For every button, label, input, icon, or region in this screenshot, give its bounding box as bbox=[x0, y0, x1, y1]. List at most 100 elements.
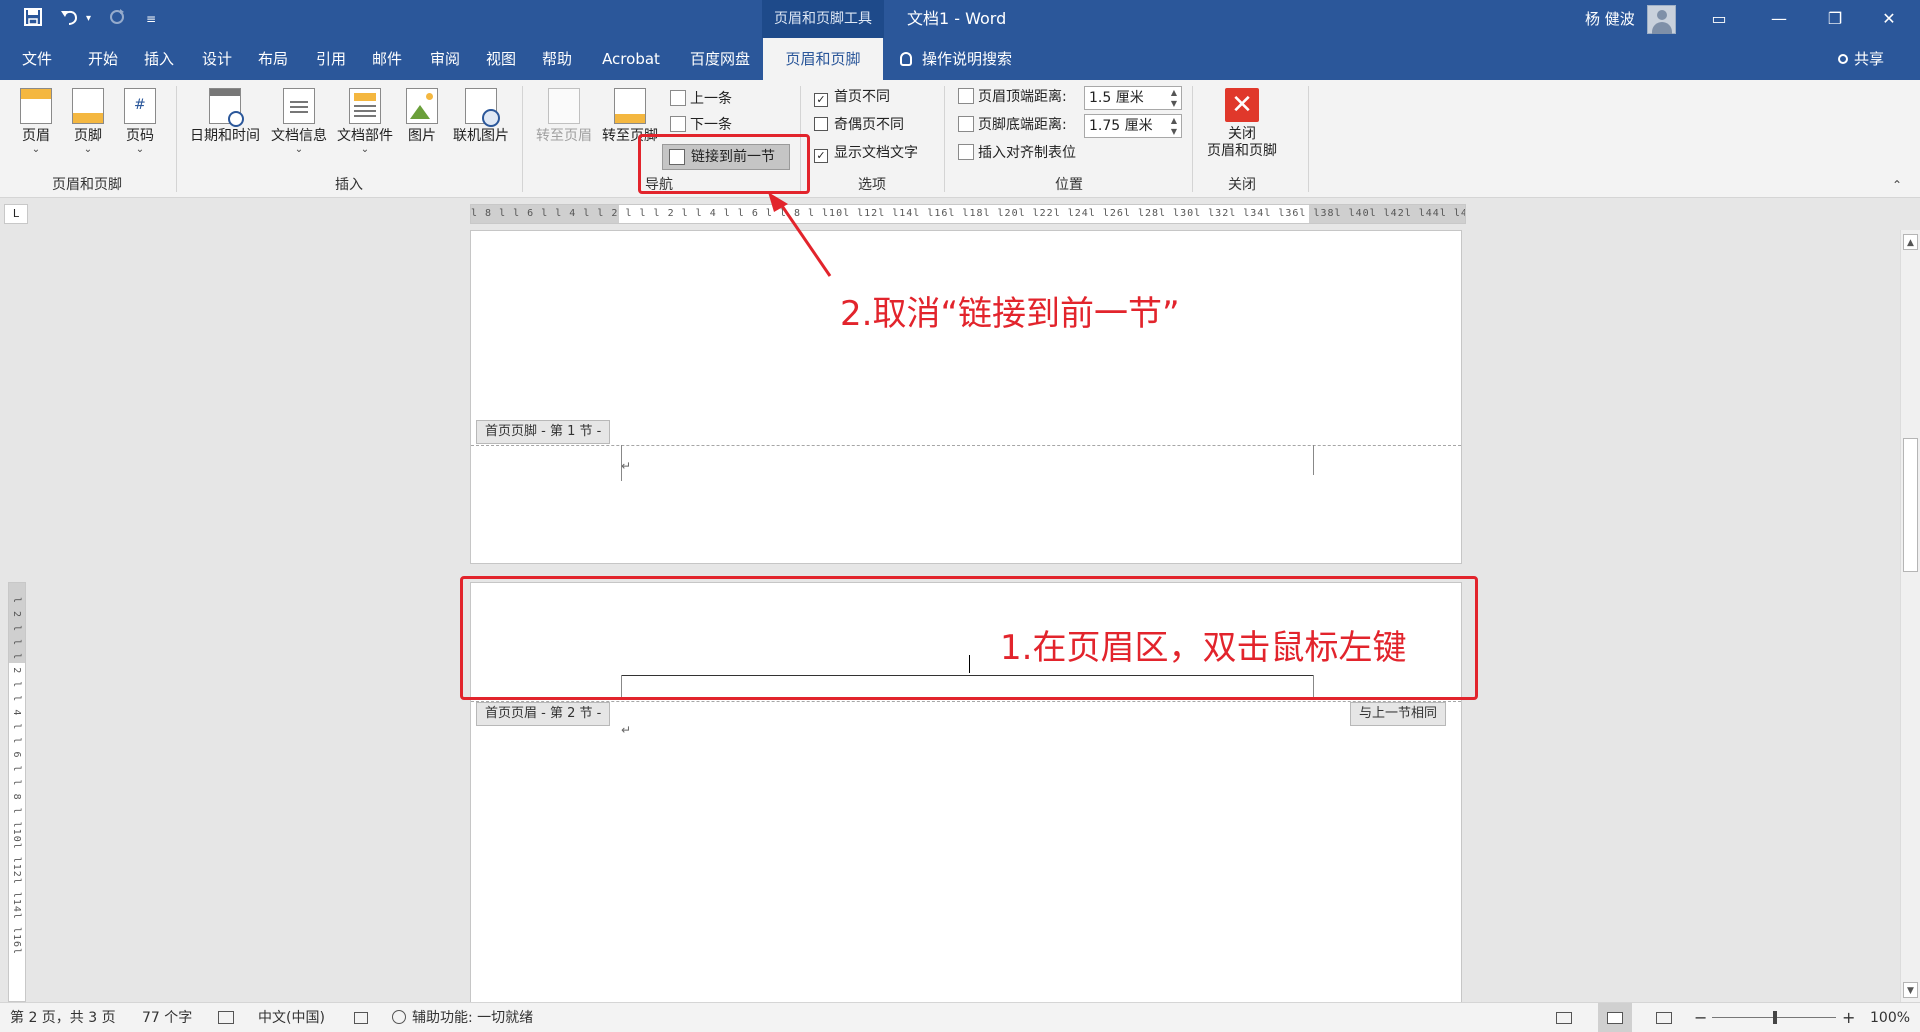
page-number-icon: # bbox=[124, 88, 156, 124]
tab-baidu-netdisk[interactable]: 百度网盘 bbox=[680, 38, 760, 80]
tab-design[interactable]: 设计 bbox=[192, 38, 242, 80]
scroll-down-icon[interactable]: ▼ bbox=[1903, 982, 1918, 998]
accessibility-label: 辅助功能: 一切就绪 bbox=[412, 1010, 534, 1026]
user-name[interactable]: 杨 健波 bbox=[1585, 0, 1635, 38]
document-info-label: 文档信息 bbox=[271, 128, 327, 144]
quick-parts-button[interactable]: 文档部件 ⌄ bbox=[332, 88, 398, 155]
picture-button[interactable]: 图片 bbox=[400, 88, 444, 145]
close-header-footer-button[interactable]: ✕ 关闭 页眉和页脚 bbox=[1200, 88, 1284, 160]
scrollbar-thumb[interactable] bbox=[1903, 438, 1918, 572]
page-number-label: 页码 bbox=[126, 128, 154, 144]
header-label: 页眉 bbox=[22, 128, 50, 144]
accessibility-status[interactable]: 辅助功能: 一切就绪 bbox=[392, 1003, 533, 1032]
close-window-button[interactable]: ✕ bbox=[1866, 0, 1912, 38]
goto-header-button[interactable]: 转至页眉 bbox=[532, 88, 596, 145]
ribbon-display-options-button[interactable]: ▭ bbox=[1696, 0, 1742, 38]
zoom-out-icon[interactable]: − bbox=[1694, 1003, 1707, 1032]
customize-qat-icon[interactable]: ≡ bbox=[146, 8, 156, 30]
tab-selector[interactable]: L bbox=[4, 204, 28, 224]
tab-acrobat[interactable]: Acrobat bbox=[594, 38, 668, 80]
read-mode-icon[interactable] bbox=[1556, 1003, 1572, 1032]
group-label-position: 位置 bbox=[1055, 177, 1083, 193]
header-from-top-input[interactable]: 1.5 厘米 ▲ ▼ bbox=[1084, 86, 1182, 110]
document-info-icon bbox=[283, 88, 315, 124]
header-from-top-label: 页眉顶端距离: bbox=[958, 86, 1067, 108]
title-bar: ▾ ≡ 页眉和页脚工具 文档1 - Word 杨 健波 ▭ — ❐ ✕ bbox=[0, 0, 1920, 38]
undo-dropdown-icon[interactable]: ▾ bbox=[86, 8, 91, 30]
tab-layout[interactable]: 布局 bbox=[248, 38, 298, 80]
spinner-arrows-icon[interactable]: ▲ ▼ bbox=[1167, 87, 1181, 109]
page-number-button[interactable]: # 页码 ⌄ bbox=[120, 88, 160, 155]
goto-header-label: 转至页眉 bbox=[536, 128, 592, 144]
page-count[interactable]: 第 2 页，共 3 页 bbox=[10, 1003, 116, 1032]
tab-header-footer[interactable]: 页眉和页脚 bbox=[763, 38, 883, 80]
different-first-page-checkbox[interactable]: ✓ 首页不同 bbox=[814, 86, 890, 108]
tab-references[interactable]: 引用 bbox=[306, 38, 356, 80]
restore-button[interactable]: ❐ bbox=[1812, 0, 1858, 38]
different-odd-even-checkbox[interactable]: 奇偶页不同 bbox=[814, 114, 904, 136]
header-position-icon bbox=[958, 88, 974, 104]
ribbon-tab-bar: 文件 开始 插入 设计 布局 引用 邮件 审阅 视图 帮助 Acrobat 百度… bbox=[0, 38, 1920, 80]
save-icon[interactable] bbox=[24, 8, 42, 32]
tab-help[interactable]: 帮助 bbox=[532, 38, 582, 80]
vertical-ruler-ticks: l 2 l l l 2 l l 4 l l 6 l l 8 l l10l l12… bbox=[11, 597, 22, 956]
header-icon bbox=[20, 88, 52, 124]
vertical-scrollbar[interactable]: ▲ ▼ bbox=[1900, 230, 1920, 1002]
insert-alignment-tab-button[interactable]: 插入对齐制表位 bbox=[958, 142, 1076, 164]
previous-label: 上一条 bbox=[690, 91, 732, 107]
zoom-in-icon[interactable]: + bbox=[1842, 1003, 1855, 1032]
ruler-ticks: l 8 l l 6 l l 4 l l 2 l l l 2 l l 4 l l … bbox=[471, 208, 1466, 219]
tab-review[interactable]: 审阅 bbox=[420, 38, 470, 80]
proofing-icon[interactable] bbox=[218, 1003, 234, 1032]
undo-icon[interactable] bbox=[60, 8, 80, 32]
group-separator bbox=[522, 86, 523, 192]
show-document-text-label: 显示文档文字 bbox=[834, 145, 918, 161]
footer-from-bottom-input[interactable]: 1.75 厘米 ▲ ▼ bbox=[1084, 114, 1182, 138]
lightbulb-icon bbox=[900, 52, 912, 66]
spinner-arrows-icon[interactable]: ▲ ▼ bbox=[1167, 115, 1181, 137]
next-button[interactable]: 下一条 bbox=[670, 114, 732, 132]
online-picture-button[interactable]: 联机图片 bbox=[448, 88, 514, 145]
vertical-ruler[interactable]: l 2 l l l 2 l l 4 l l 6 l l 8 l l10l l12… bbox=[8, 582, 26, 1002]
tab-mailings[interactable]: 邮件 bbox=[362, 38, 412, 80]
group-separator bbox=[1308, 86, 1309, 192]
picture-label: 图片 bbox=[408, 128, 436, 144]
word-count[interactable]: 77 个字 bbox=[142, 1003, 192, 1032]
zoom-level[interactable]: 100% bbox=[1870, 1003, 1910, 1032]
next-section-icon bbox=[670, 116, 686, 132]
macro-recording-icon[interactable] bbox=[354, 1003, 368, 1032]
group-label-close: 关闭 bbox=[1228, 177, 1256, 193]
header-button[interactable]: 页眉 ⌄ bbox=[16, 88, 56, 155]
different-first-page-label: 首页不同 bbox=[834, 89, 890, 105]
annotation-box-link-previous bbox=[638, 134, 810, 194]
page-1[interactable]: ↵ bbox=[470, 230, 1462, 564]
paragraph-mark: ↵ bbox=[621, 459, 632, 473]
share-button[interactable]: 共享 bbox=[1838, 38, 1884, 80]
footer-button[interactable]: 页脚 ⌄ bbox=[68, 88, 108, 155]
checkbox-checked[interactable]: ✓ bbox=[814, 149, 828, 163]
avatar[interactable] bbox=[1647, 5, 1676, 34]
tab-view[interactable]: 视图 bbox=[476, 38, 526, 80]
minimize-button[interactable]: — bbox=[1756, 0, 1802, 38]
collapse-ribbon-icon[interactable]: ⌃ bbox=[1892, 178, 1902, 192]
scroll-up-icon[interactable]: ▲ bbox=[1903, 234, 1918, 250]
date-time-button[interactable]: 日期和时间 bbox=[186, 88, 264, 145]
zoom-slider-thumb[interactable] bbox=[1773, 1011, 1777, 1024]
first-page-header-tag: 首页页眉 - 第 2 节 - bbox=[476, 702, 611, 726]
previous-button[interactable]: 上一条 bbox=[670, 88, 732, 110]
tell-me-search[interactable]: 操作说明搜索 bbox=[900, 38, 1012, 80]
print-layout-icon[interactable] bbox=[1598, 1003, 1632, 1032]
language[interactable]: 中文(中国) bbox=[258, 1003, 325, 1032]
document-info-button[interactable]: 文档信息 ⌄ bbox=[266, 88, 332, 155]
checkbox-checked[interactable]: ✓ bbox=[814, 93, 828, 107]
tab-insert[interactable]: 插入 bbox=[134, 38, 184, 80]
ribbon: 页眉 ⌄ 页脚 ⌄ # 页码 ⌄ 页眉和页脚 日期和时间 文档信息 ⌄ 文档部件… bbox=[0, 80, 1920, 198]
redo-icon[interactable] bbox=[108, 8, 126, 32]
horizontal-ruler[interactable]: l 8 l l 6 l l 4 l l 2 l l l 2 l l 4 l l … bbox=[470, 204, 1466, 224]
previous-section-icon bbox=[670, 90, 686, 106]
tab-file[interactable]: 文件 bbox=[12, 38, 62, 80]
checkbox-unchecked[interactable] bbox=[814, 117, 828, 131]
tab-home[interactable]: 开始 bbox=[78, 38, 128, 80]
show-document-text-checkbox[interactable]: ✓ 显示文档文字 bbox=[814, 142, 918, 164]
web-layout-icon[interactable] bbox=[1656, 1003, 1672, 1032]
